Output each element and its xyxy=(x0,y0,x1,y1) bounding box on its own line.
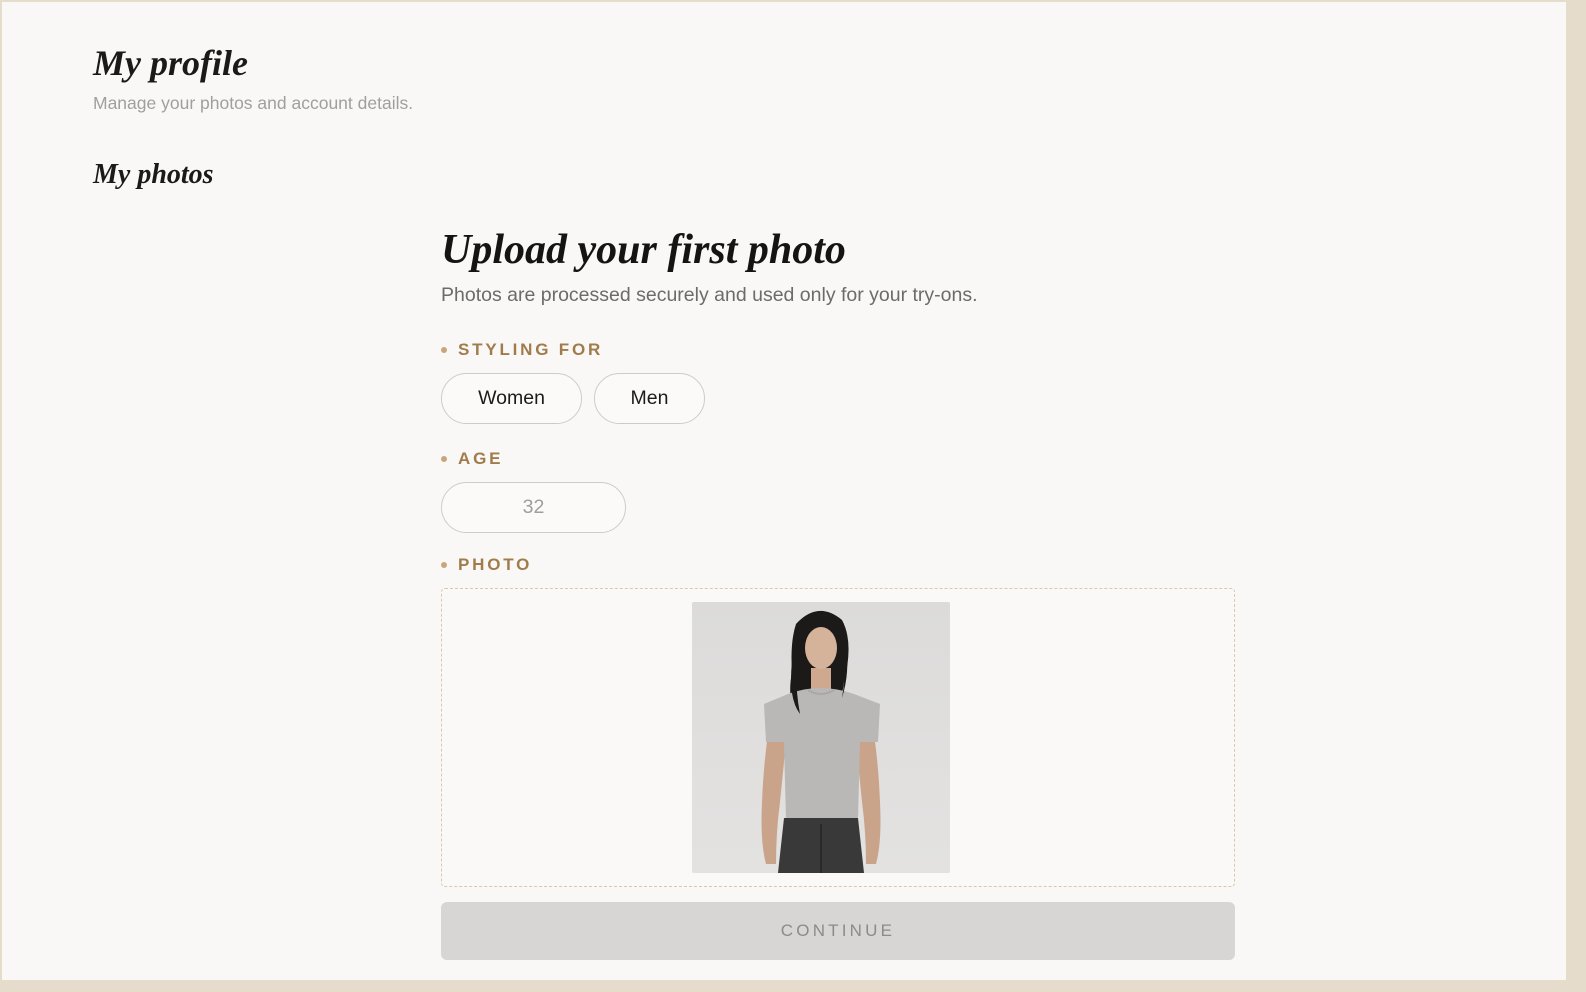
section-title-my-photos: My photos xyxy=(93,159,214,190)
upload-title: Upload your first photo xyxy=(441,227,846,273)
styling-for-label: STYLING FOR xyxy=(441,340,603,360)
bullet-dot-icon xyxy=(441,347,447,353)
age-label-text: AGE xyxy=(458,449,504,468)
styling-for-label-text: STYLING FOR xyxy=(458,340,604,359)
continue-button[interactable]: CONTINUE xyxy=(441,902,1235,960)
bullet-dot-icon xyxy=(441,456,447,462)
age-label: AGE xyxy=(441,449,503,469)
page-frame: My profile Manage your photos and accoun… xyxy=(2,2,1566,980)
age-input[interactable] xyxy=(441,482,626,533)
uploaded-photo-image xyxy=(692,602,950,873)
bullet-dot-icon xyxy=(441,562,447,568)
styling-option-women[interactable]: Women xyxy=(441,373,582,424)
styling-option-men[interactable]: Men xyxy=(594,373,705,424)
page-title: My profile xyxy=(93,43,248,83)
uploaded-photo[interactable] xyxy=(692,602,950,873)
upload-subtitle: Photos are processed securely and used o… xyxy=(441,284,978,306)
photo-label-text: PHOTO xyxy=(458,555,533,574)
photo-label: PHOTO xyxy=(441,555,532,575)
page-subtitle: Manage your photos and account details. xyxy=(93,93,414,113)
photo-dropzone[interactable] xyxy=(441,588,1235,887)
